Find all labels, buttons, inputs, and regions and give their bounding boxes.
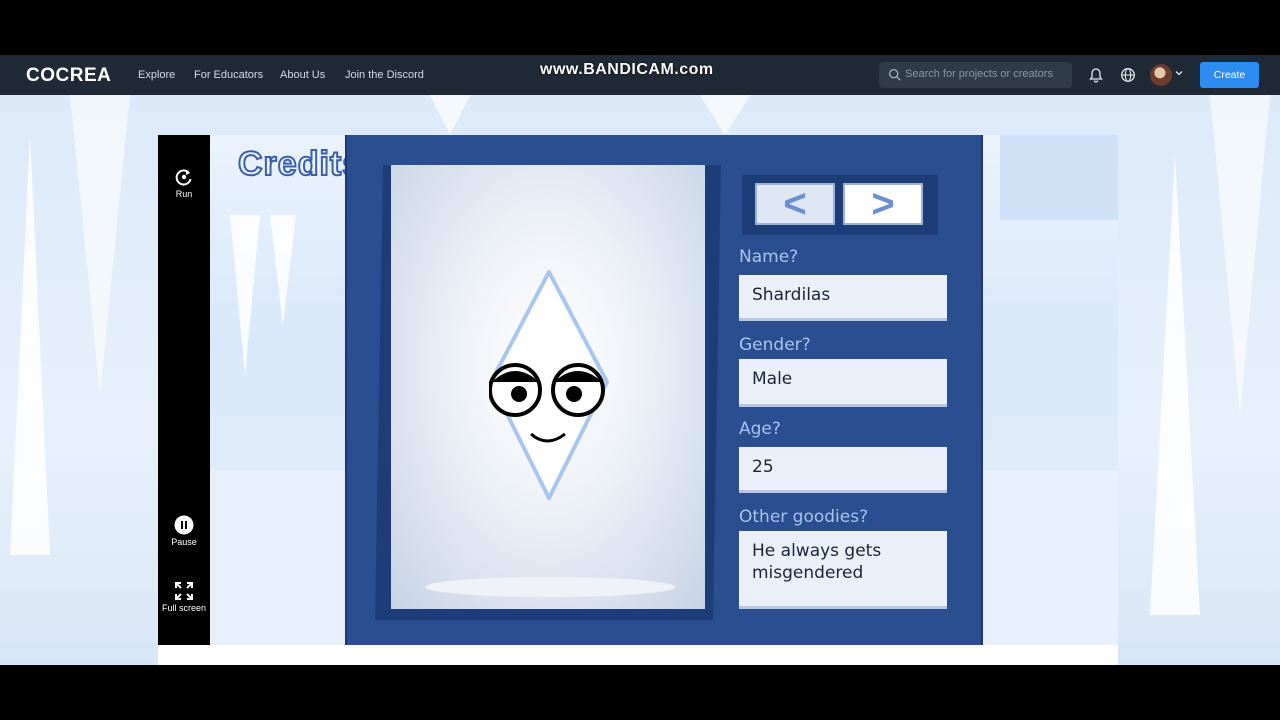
prev-button[interactable]: < [755,183,835,225]
game-stage: Credits < > Name? Shardilas Gender? Male… [210,135,1118,645]
ice-shard [430,95,470,135]
nav-link-explore[interactable]: Explore [138,69,175,81]
character-card: < > Name? Shardilas Gender? Male Age? 25… [345,135,983,645]
card-nav: < > [742,175,938,235]
next-symbol: > [871,182,895,226]
diamond-character [489,270,609,500]
nav-link-for-educators[interactable]: For Educators [194,69,263,81]
avatar[interactable] [1150,64,1172,86]
other-goodies-label: Other goodies? [739,507,869,527]
player-footer [158,645,1118,665]
run-button[interactable]: Run [158,167,210,199]
bell-icon[interactable] [1088,67,1104,83]
search-box[interactable] [879,62,1072,88]
age-label: Age? [739,419,781,439]
chevron-down-icon[interactable] [1174,68,1184,78]
age-value: 25 [739,447,947,493]
ice-shard [230,215,260,375]
top-nav: COCREA Explore For Educators About Us Jo… [0,55,1280,95]
run-label: Run [175,189,193,199]
pause-label: Pause [171,537,197,547]
gender-label: Gender? [739,335,811,355]
prev-symbol: < [783,182,807,226]
nav-link-about-us[interactable]: About Us [280,69,325,81]
ice-cube-decoration [1000,135,1118,220]
other-goodies-value: He always gets misgendered [739,531,947,609]
gender-value: Male [739,359,947,407]
ice-shard [700,95,750,135]
letterbox-top [0,0,1280,55]
page-background: Run Pause Full screen Credits < > Name? … [0,95,1280,665]
ice-shard [10,135,50,555]
project-player: Run Pause Full screen Credits < > Name? … [158,135,1118,665]
pause-icon [174,515,194,535]
globe-icon[interactable] [1120,67,1136,83]
player-toolbar: Run Pause Full screen [158,135,210,645]
create-button[interactable]: Create [1200,62,1259,88]
ice-shard [70,95,130,395]
letterbox-bottom [0,665,1280,720]
nav-link-discord[interactable]: Join the Discord [345,69,424,81]
recorder-watermark: www.BANDICAM.com [540,61,714,78]
fullscreen-label: Full screen [161,603,206,613]
ice-shard [1150,155,1200,615]
ice-shard [1210,95,1270,415]
site-logo[interactable]: COCREA [26,65,111,87]
search-icon [888,68,901,81]
pause-button[interactable]: Pause [158,515,210,547]
fullscreen-button[interactable]: Full screen [158,581,210,613]
character-portrait [391,165,705,609]
ice-shard [270,215,296,325]
credits-title: Credits [237,144,363,184]
name-label: Name? [739,247,799,267]
floor-shadow [425,577,675,597]
run-icon [175,169,192,186]
next-button[interactable]: > [843,183,923,225]
name-value: Shardilas [739,275,947,321]
search-input[interactable] [905,68,1065,80]
fullscreen-icon [175,582,193,600]
